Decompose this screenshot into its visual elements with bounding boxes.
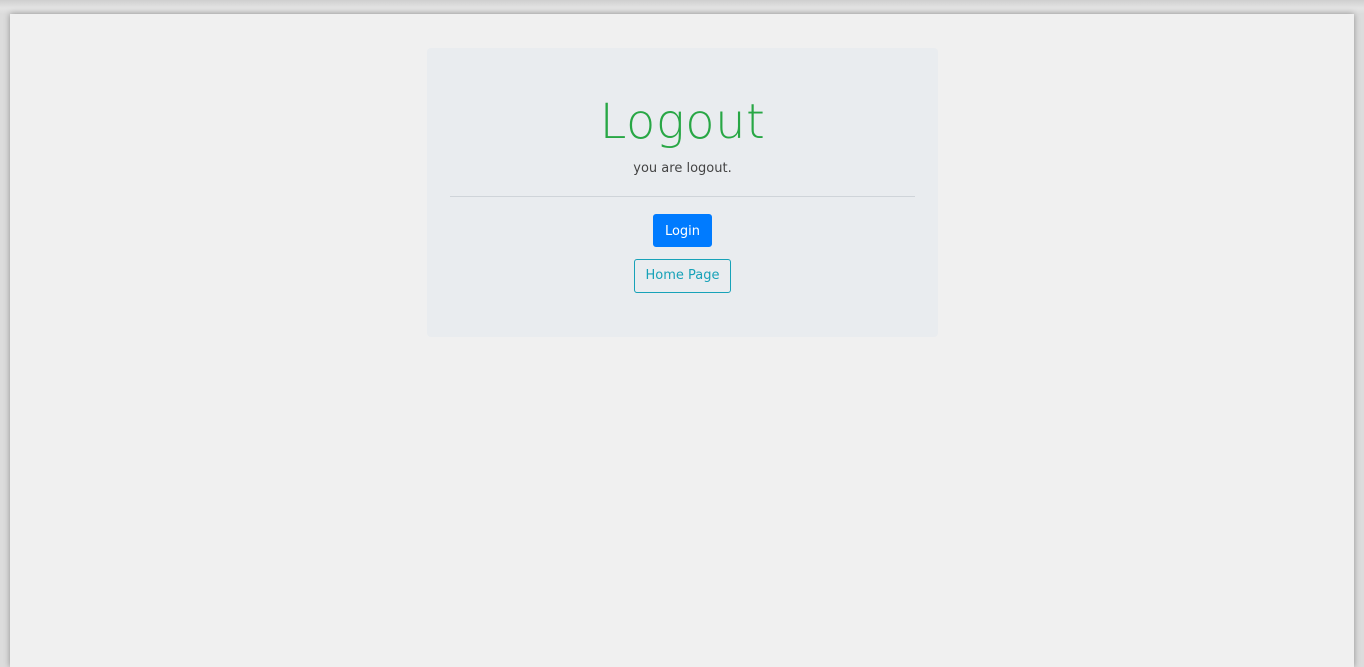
- login-button[interactable]: Login: [653, 214, 712, 247]
- divider: [450, 196, 915, 197]
- logout-panel: Logout you are logout. Login Home Page: [427, 48, 938, 337]
- page-title: Logout: [599, 94, 766, 150]
- home-page-button[interactable]: Home Page: [634, 259, 731, 293]
- logout-message: you are logout.: [633, 161, 732, 176]
- page-viewport: Logout you are logout. Login Home Page: [10, 14, 1354, 667]
- browser-window-frame: Logout you are logout. Login Home Page: [0, 0, 1364, 667]
